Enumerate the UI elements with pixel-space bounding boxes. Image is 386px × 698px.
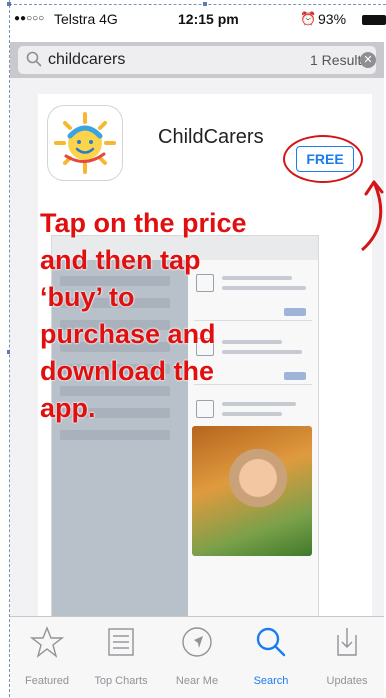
instruction-line: and then tap (40, 245, 201, 275)
tab-updates[interactable]: Updates (310, 625, 384, 695)
app-name[interactable]: ChildCarers (158, 126, 264, 149)
annotation-circle (283, 135, 363, 183)
result-count: 1 Result (310, 52, 362, 68)
updates-icon (337, 628, 357, 656)
instruction-line: Tap on the price (40, 208, 247, 238)
search-icon (256, 627, 286, 657)
instruction-line: app. (40, 393, 96, 423)
tab-bar: Featured Top Charts Near Me Search Updat… (10, 616, 384, 698)
tab-top-charts[interactable]: Top Charts (84, 625, 158, 695)
carrier-label: Telstra 4G (54, 11, 118, 27)
search-bar: childcarers 1 Result ✕ (10, 42, 384, 78)
tab-search[interactable]: Search (234, 625, 308, 695)
status-bar: ●●○○○ Telstra 4G 12:15 pm ⏰ 93% (12, 6, 386, 36)
magnifier-icon (26, 51, 42, 67)
search-query: childcarers (48, 51, 126, 68)
selection-guide-horizontal (9, 4, 386, 5)
instruction-line: download the (40, 356, 214, 386)
tab-label: Updates (326, 675, 368, 687)
location-icon (182, 627, 212, 657)
instruction-overlay: Tap on the price and then tap ‘buy’ to p… (40, 205, 340, 427)
child-photo (192, 426, 312, 556)
signal-strength-icon: ●●○○○ (14, 13, 45, 24)
tab-label: Search (253, 675, 289, 687)
tab-near-me[interactable]: Near Me (160, 625, 234, 695)
instruction-line: ‘buy’ to (40, 282, 135, 312)
clear-search-icon[interactable]: ✕ (360, 52, 376, 68)
search-input[interactable]: childcarers 1 Result ✕ (18, 46, 376, 74)
star-icon (30, 626, 64, 658)
clock: 12:15 pm (178, 11, 239, 27)
battery-percent: 93% (318, 11, 347, 27)
tab-label: Near Me (175, 675, 219, 687)
app-icon[interactable] (48, 106, 122, 180)
sun-logo-icon (54, 112, 116, 174)
tab-label: Top Charts (94, 675, 148, 687)
battery-icon (362, 15, 386, 25)
annotation-arrow-icon (361, 180, 384, 252)
list-icon (108, 628, 134, 656)
instruction-line: purchase and (40, 319, 216, 349)
selection-handle (7, 2, 11, 6)
tab-label: Featured (24, 675, 70, 687)
alarm-icon: ⏰ (300, 11, 317, 26)
tab-featured[interactable]: Featured (10, 625, 84, 695)
